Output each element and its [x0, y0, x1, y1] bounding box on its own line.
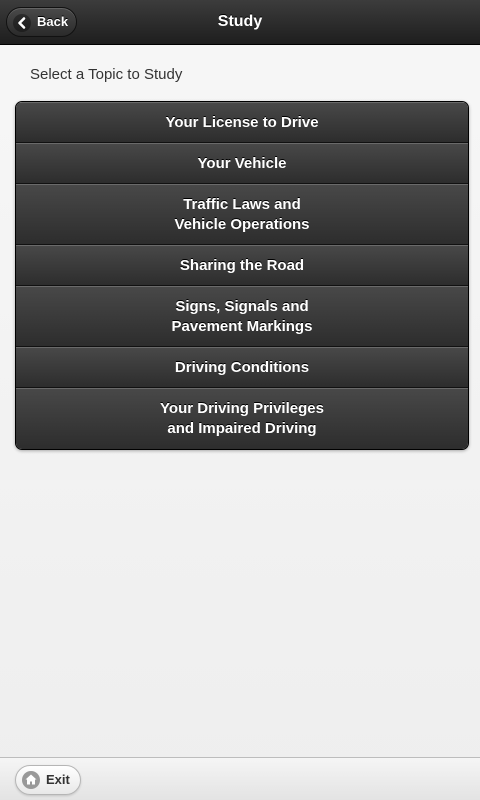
exit-button-label: Exit [46, 772, 70, 787]
page-title: Study [217, 13, 263, 30]
topic-your-license-to-drive[interactable]: Your License to Drive [16, 102, 468, 143]
topic-sharing-the-road[interactable]: Sharing the Road [16, 245, 468, 286]
header-bar: Back Study [0, 0, 480, 45]
topic-list: Your License to Drive Your Vehicle Traff… [15, 101, 469, 450]
topic-signs-signals-and-pavement-markings[interactable]: Signs, Signals and Pavement Markings [16, 286, 468, 347]
topic-driving-conditions[interactable]: Driving Conditions [16, 347, 468, 388]
topic-driving-privileges-and-impaired-driving[interactable]: Your Driving Privileges and Impaired Dri… [16, 388, 468, 449]
topic-your-vehicle[interactable]: Your Vehicle [16, 143, 468, 184]
topic-prompt: Select a Topic to Study [30, 66, 183, 83]
topic-traffic-laws-and-vehicle-operations[interactable]: Traffic Laws and Vehicle Operations [16, 184, 468, 245]
footer-bar: Exit [0, 757, 480, 800]
home-icon [22, 771, 40, 789]
exit-button[interactable]: Exit [15, 765, 81, 795]
